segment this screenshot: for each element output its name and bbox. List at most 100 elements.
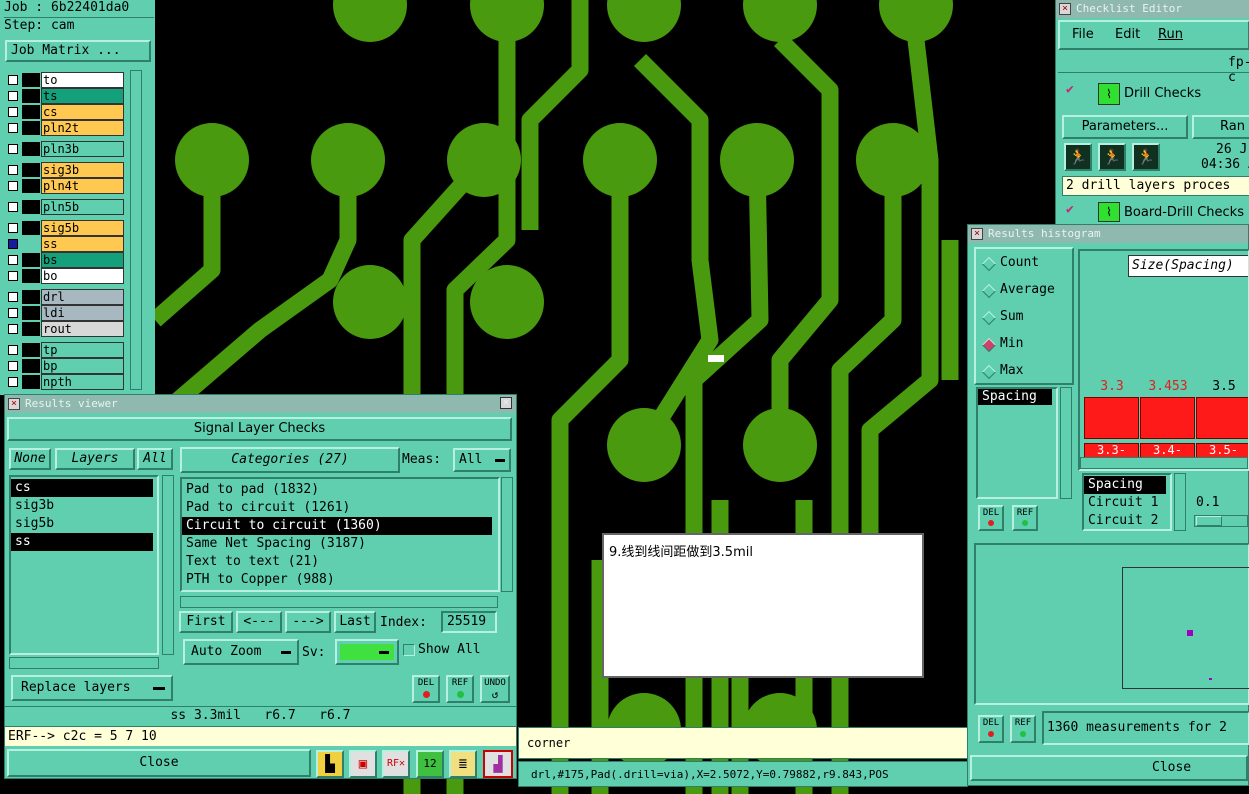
layer-checkbox[interactable]	[8, 361, 18, 371]
layer-checkbox[interactable]	[8, 377, 18, 387]
layer-color-swatch[interactable]	[22, 121, 40, 135]
layer-row-bs[interactable]: bs	[6, 252, 124, 268]
run-icon-2[interactable]: 🏃	[1098, 143, 1126, 171]
layer-name[interactable]: bp	[41, 358, 124, 374]
radio-max-icon[interactable]	[981, 364, 997, 380]
option-average[interactable]: Average	[1000, 282, 1055, 297]
layer-color-swatch[interactable]	[22, 73, 40, 87]
preview-del-button[interactable]: DEL	[978, 715, 1004, 743]
layer-scrollbar[interactable]	[130, 70, 142, 390]
layer-color-swatch[interactable]	[22, 89, 40, 103]
layer-row-bp[interactable]: bp	[6, 358, 124, 374]
scale-slider[interactable]	[1194, 515, 1248, 527]
layer-checkbox[interactable]	[8, 345, 18, 355]
layer-color-swatch[interactable]	[22, 290, 40, 304]
prev-button[interactable]: <---	[236, 611, 282, 633]
layer-row-drl[interactable]: drl	[6, 289, 124, 305]
show-all-checkbox[interactable]	[403, 644, 415, 656]
layer-row-pln5b[interactable]: pln5b	[6, 199, 124, 215]
meas-dropdown[interactable]: All	[453, 448, 511, 472]
last-button[interactable]: Last	[334, 611, 376, 633]
radio-sum-icon[interactable]	[981, 310, 997, 326]
layer-color-swatch[interactable]	[22, 269, 40, 283]
layer-row-bo[interactable]: bo	[6, 268, 124, 284]
layer-name[interactable]: bs	[41, 252, 124, 268]
checklist-editor-titlebar[interactable]: × Checklist Editor	[1056, 0, 1249, 18]
job-matrix-button[interactable]: Job Matrix ...	[5, 40, 151, 62]
layer-name[interactable]: pln5b	[41, 199, 124, 215]
layer-row-tp[interactable]: tp	[6, 342, 124, 358]
layer-row-to[interactable]: to	[6, 72, 124, 88]
auto-zoom-dropdown[interactable]: Auto Zoom	[183, 639, 299, 665]
layer-color-swatch[interactable]	[22, 359, 40, 373]
attribute-list[interactable]: Spacing Circuit 1 Circuit 2	[1082, 473, 1172, 531]
radio-count-icon[interactable]	[981, 256, 997, 272]
index-input[interactable]: 25519	[441, 611, 497, 633]
layer-name[interactable]: npth	[41, 374, 124, 390]
layer-checkbox[interactable]	[8, 144, 18, 154]
layer-checkbox[interactable]	[8, 165, 18, 175]
attribute-item[interactable]: Spacing	[1084, 476, 1166, 494]
undo-button[interactable]: UNDO ↺	[480, 675, 510, 703]
measure-list[interactable]: Spacing	[976, 387, 1058, 499]
layer-select-scrollbar[interactable]	[162, 475, 174, 655]
category-item[interactable]: Pad to pad (1832)	[182, 481, 492, 499]
close-button[interactable]: Close	[7, 749, 311, 777]
category-item[interactable]: Circuit to circuit (1360)	[182, 517, 492, 535]
layer-row-ss[interactable]: ss	[6, 236, 124, 252]
layer-color-swatch[interactable]	[22, 322, 40, 336]
layer-name[interactable]: ldi	[41, 305, 124, 321]
categories-hscrollbar[interactable]	[180, 596, 498, 608]
histogram-preview[interactable]	[974, 543, 1249, 705]
layer-name[interactable]: drl	[41, 289, 124, 305]
layer-select-list[interactable]: cs sig3b sig5b ss	[9, 475, 159, 655]
layer-checkbox[interactable]	[8, 292, 18, 302]
layer-row-sig3b[interactable]: sig3b	[6, 162, 124, 178]
layer-checkbox[interactable]	[8, 107, 18, 117]
layer-row-pln3b[interactable]: pln3b	[6, 141, 124, 157]
histogram-bar[interactable]	[1140, 397, 1195, 439]
layer-row-npth[interactable]: npth	[6, 374, 124, 390]
layer-color-swatch[interactable]	[22, 179, 40, 193]
layer-name[interactable]: tp	[41, 342, 124, 358]
layer-select-item[interactable]: ss	[11, 533, 153, 551]
drill-checks-row[interactable]: ✔ ⌇ Drill Checks	[1060, 80, 1249, 110]
categories-scrollbar[interactable]	[501, 477, 513, 592]
hist-del-button[interactable]: DEL	[978, 505, 1004, 531]
preview-ref-button[interactable]: REF	[1010, 715, 1036, 743]
layer-color-swatch[interactable]	[22, 253, 40, 267]
histogram-bar[interactable]	[1084, 397, 1139, 439]
option-sum[interactable]: Sum	[1000, 309, 1023, 324]
category-item[interactable]: Same Net Spacing (3187)	[182, 535, 492, 553]
layer-name[interactable]: to	[41, 72, 124, 88]
layer-checkbox[interactable]	[8, 123, 18, 133]
layer-checkbox[interactable]	[8, 239, 18, 249]
menu-edit[interactable]: Edit	[1115, 27, 1140, 42]
next-button[interactable]: --->	[285, 611, 331, 633]
ran-button[interactable]: Ran	[1192, 115, 1249, 139]
option-max[interactable]: Max	[1000, 363, 1023, 378]
window-close-icon[interactable]: ×	[1059, 3, 1071, 15]
layer-row-cs[interactable]: cs	[6, 104, 124, 120]
option-count[interactable]: Count	[1000, 255, 1039, 270]
layer-name[interactable]: pln4t	[41, 178, 124, 194]
layer-name[interactable]: cs	[41, 104, 124, 120]
histogram-close-button[interactable]: Close	[970, 755, 1248, 781]
category-item[interactable]: PTH to Copper (988)	[182, 571, 492, 589]
replace-layers-dropdown[interactable]: Replace layers	[11, 675, 173, 701]
tool-icon-2[interactable]: ▣	[349, 750, 377, 778]
categories-button[interactable]: Categories (27)	[180, 447, 400, 473]
tool-icon-5[interactable]: ≣	[449, 750, 477, 778]
layer-row-ts[interactable]: ts	[6, 88, 124, 104]
ref-button[interactable]: REF	[446, 675, 474, 703]
results-histogram-titlebar[interactable]: × Results histogram	[968, 225, 1248, 243]
measure-scrollbar[interactable]	[1060, 387, 1072, 499]
layer-name[interactable]: sig5b	[41, 220, 124, 236]
layer-color-swatch[interactable]	[22, 343, 40, 357]
layer-name[interactable]: pln2t	[41, 120, 124, 136]
window-close-icon[interactable]: ×	[8, 398, 20, 410]
attribute-item[interactable]: Circuit 1	[1084, 494, 1166, 512]
layer-color-swatch[interactable]	[22, 306, 40, 320]
radio-min-icon[interactable]	[981, 337, 997, 353]
layer-row-rout[interactable]: rout	[6, 321, 124, 337]
